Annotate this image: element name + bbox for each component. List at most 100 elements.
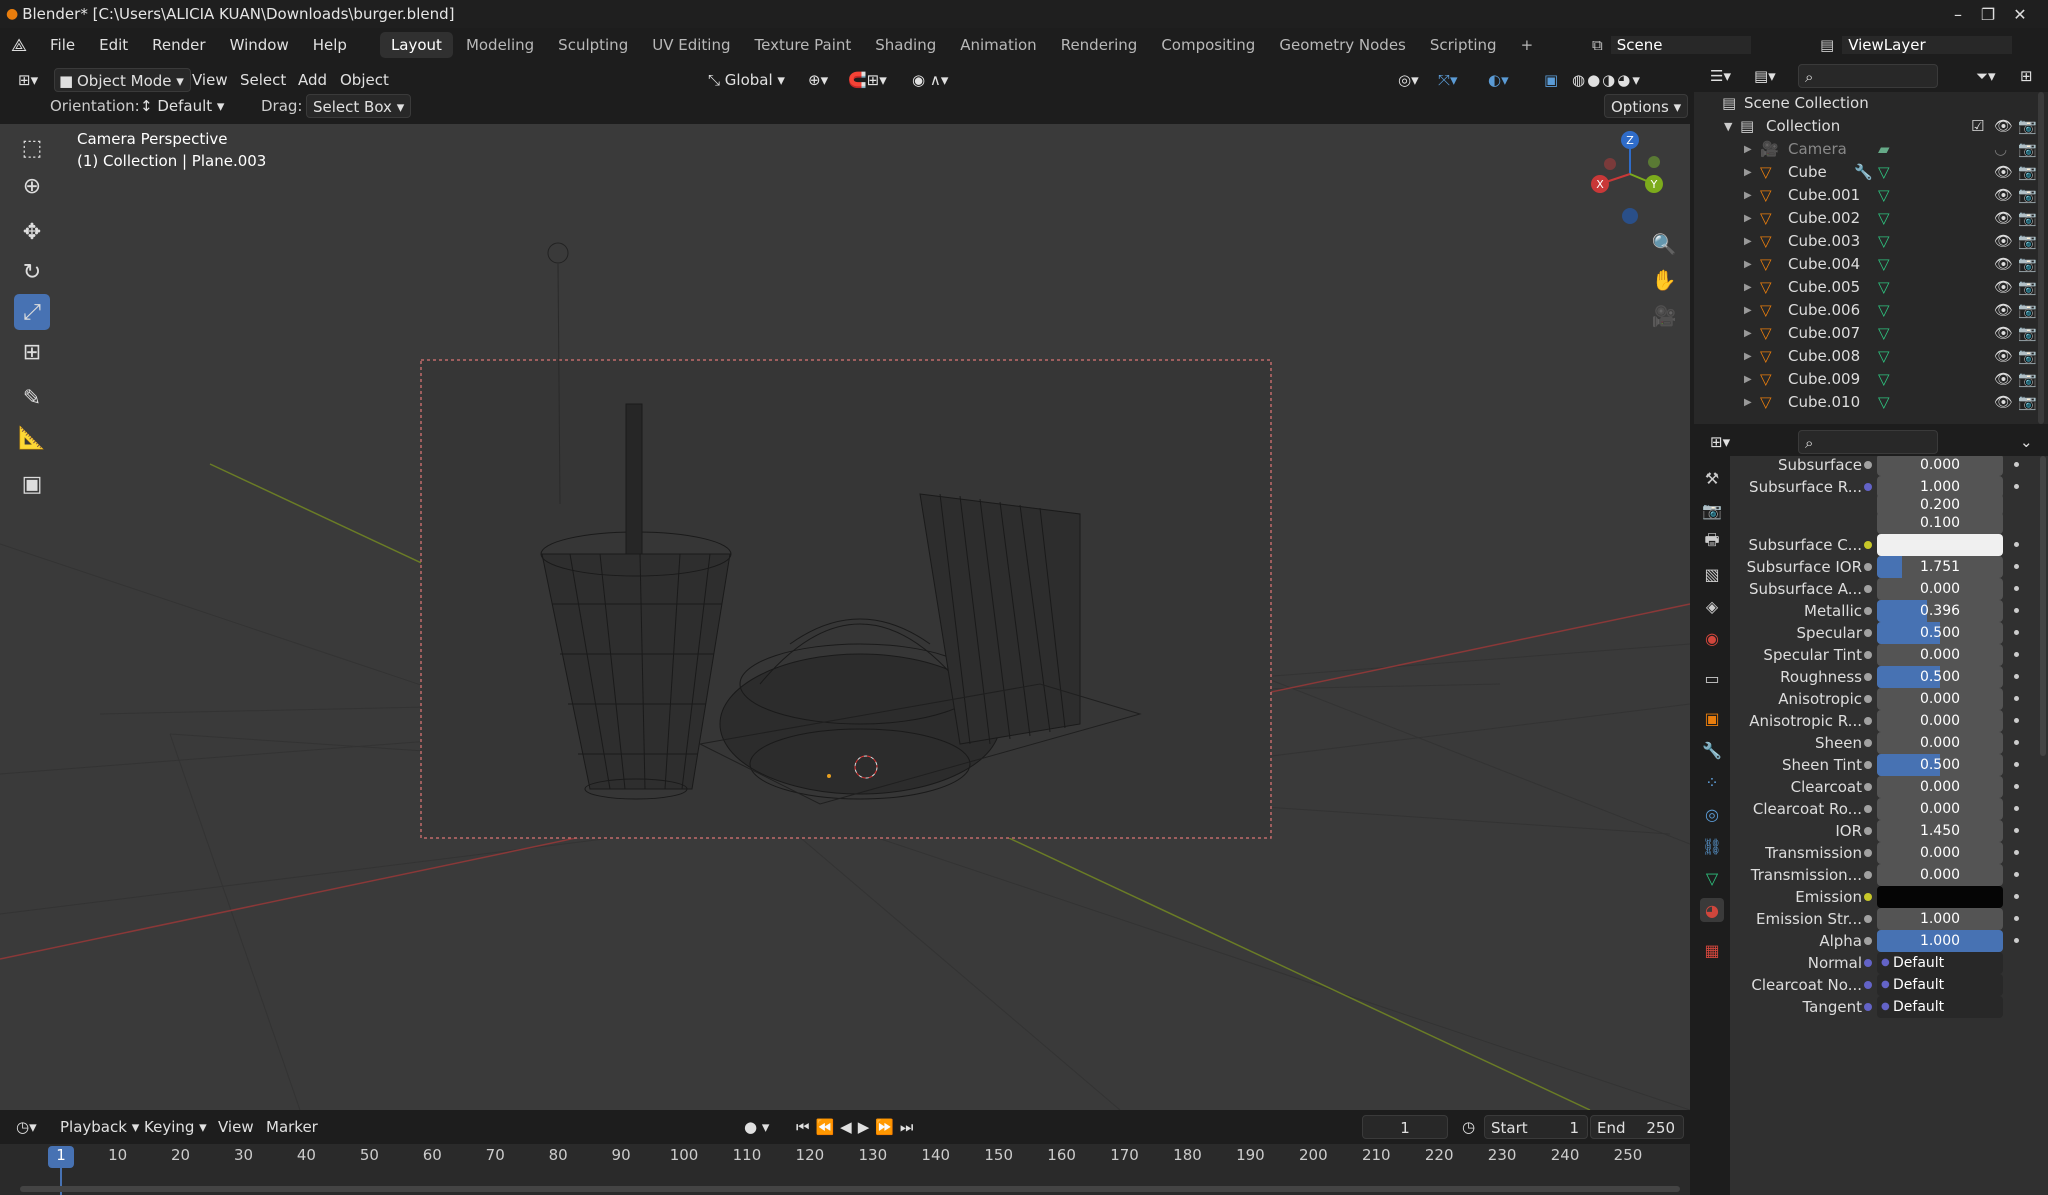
keyframe-dot-icon[interactable]: [2014, 674, 2019, 679]
collection-tab-icon[interactable]: ▭: [1700, 666, 1724, 690]
eye-icon[interactable]: 👁: [1994, 161, 2013, 184]
start-frame-field[interactable]: Start 1: [1484, 1115, 1588, 1139]
3d-viewport[interactable]: [0, 124, 1690, 1110]
property-value-field[interactable]: 1.000: [1877, 930, 2003, 952]
property-value-field[interactable]: ● Default: [1877, 952, 2003, 974]
keyframe-dot-icon[interactable]: [2014, 542, 2019, 547]
outliner-item[interactable]: ▶ ▽ Cube.008 ▽ 👁 📷: [1694, 345, 2048, 368]
constraints-tab-icon[interactable]: ⛓: [1700, 834, 1724, 858]
outliner-item[interactable]: ▶ ▽ Cube.006 ▽ 👁 📷: [1694, 299, 2048, 322]
expand-arrow-icon[interactable]: ▶: [1744, 299, 1752, 322]
socket-dot-icon[interactable]: [1864, 893, 1872, 901]
outliner-item[interactable]: ▶ 🎥 Camera ▰ ◡ 📷: [1694, 138, 2048, 161]
properties-search-input[interactable]: ⌕: [1798, 430, 1938, 454]
scene-collection-row[interactable]: ▤ Scene Collection: [1694, 92, 2048, 115]
render-camera-icon[interactable]: 📷: [2018, 299, 2037, 322]
eye-icon[interactable]: 👁: [1994, 230, 2013, 253]
transform-icon[interactable]: ⊞: [14, 334, 50, 370]
transform-orientation-selector[interactable]: ⤡ Global ▾: [702, 68, 791, 92]
editor-type-button[interactable]: ⊞▾: [12, 68, 44, 92]
expand-arrow-icon[interactable]: ▶: [1744, 253, 1752, 276]
keyframe-dot-icon[interactable]: [2014, 850, 2019, 855]
tool-tab-icon[interactable]: ⚒: [1700, 466, 1724, 490]
mesh-data-icon[interactable]: ▽: [1878, 253, 1890, 276]
outliner-scrollbar[interactable]: [2038, 92, 2044, 424]
scale-icon[interactable]: ⤢: [14, 294, 50, 330]
socket-dot-icon[interactable]: [1864, 563, 1872, 571]
socket-dot-icon[interactable]: [1864, 783, 1872, 791]
tab-rendering[interactable]: Rendering: [1050, 32, 1149, 58]
tab-geometry-nodes[interactable]: Geometry Nodes: [1268, 32, 1417, 58]
tab-layout[interactable]: Layout: [379, 32, 453, 58]
cursor-icon[interactable]: ⊕: [14, 168, 50, 204]
outliner-item[interactable]: ▶ ▽ Cube 🔧 ▽ 👁 📷: [1694, 161, 2048, 184]
socket-dot-icon[interactable]: [1864, 849, 1872, 857]
render-camera-icon[interactable]: 📷: [2018, 345, 2037, 368]
mesh-data-icon[interactable]: ▽: [1878, 368, 1890, 391]
timeline-editor-type-icon[interactable]: ◷▾: [10, 1115, 43, 1139]
render-camera-icon[interactable]: 📷: [2018, 230, 2037, 253]
expand-arrow-icon[interactable]: ▶: [1744, 184, 1752, 207]
particles-tab-icon[interactable]: ⁘: [1700, 770, 1724, 794]
socket-dot-icon[interactable]: [1864, 541, 1872, 549]
tab-uv-editing[interactable]: UV Editing: [641, 32, 741, 58]
render-camera-icon[interactable]: 📷: [2018, 368, 2037, 391]
gizmo-toggle-icon[interactable]: ⤧▾: [1432, 68, 1464, 92]
socket-dot-icon[interactable]: [1864, 483, 1872, 491]
eye-icon[interactable]: 👁: [1994, 207, 2013, 230]
socket-dot-icon[interactable]: [1864, 871, 1872, 879]
properties-editor-type-icon[interactable]: ⊞▾: [1704, 430, 1736, 454]
annotate-icon[interactable]: ✎: [14, 380, 50, 416]
socket-dot-icon[interactable]: [1864, 695, 1872, 703]
property-value-field[interactable]: 0.000: [1877, 644, 2003, 666]
menu-render[interactable]: Render: [140, 28, 217, 62]
render-camera-icon[interactable]: 📷: [2018, 391, 2037, 414]
render-tab-icon[interactable]: 📷: [1700, 498, 1724, 522]
xray-toggle-icon[interactable]: ▣: [1538, 68, 1564, 92]
expand-arrow-icon[interactable]: ▶: [1744, 276, 1752, 299]
menu-keying[interactable]: Keying ▾: [138, 1115, 213, 1139]
add-workspace-button[interactable]: +: [1510, 32, 1545, 58]
menu-help[interactable]: Help: [301, 28, 359, 62]
material-tab-icon[interactable]: ◕: [1700, 898, 1724, 922]
keyframe-dot-icon[interactable]: [2014, 784, 2019, 789]
keyframe-dot-icon[interactable]: [2014, 894, 2019, 899]
property-value-field[interactable]: 0.000: [1877, 710, 2003, 732]
menu-object[interactable]: Object: [334, 68, 395, 92]
tab-shading[interactable]: Shading: [864, 32, 947, 58]
options-dropdown[interactable]: Options ▾: [1604, 94, 1689, 118]
property-value-field[interactable]: ● Default: [1877, 974, 2003, 996]
socket-dot-icon[interactable]: [1864, 585, 1872, 593]
rotate-icon[interactable]: ↻: [14, 254, 50, 290]
mesh-data-icon[interactable]: ▽: [1878, 161, 1890, 184]
property-value-field[interactable]: 0.500: [1877, 754, 2003, 776]
property-value-field[interactable]: ● Default: [1877, 996, 2003, 1018]
tab-modeling[interactable]: Modeling: [455, 32, 545, 58]
scene-tab-icon[interactable]: ◈: [1700, 594, 1724, 618]
property-value-field[interactable]: 0.100: [1877, 512, 2003, 534]
render-camera-icon[interactable]: 📷: [2018, 115, 2037, 138]
collection-row[interactable]: ▼ ▤ Collection ☑ 👁 📷: [1694, 115, 2048, 138]
outliner-item[interactable]: ▶ ▽ Cube.004 ▽ 👁 📷: [1694, 253, 2048, 276]
outliner-item[interactable]: ▶ ▽ Cube.009 ▽ 👁 📷: [1694, 368, 2048, 391]
eye-icon[interactable]: 👁: [1994, 276, 2013, 299]
render-camera-icon[interactable]: 📷: [2018, 207, 2037, 230]
socket-dot-icon[interactable]: [1864, 805, 1872, 813]
socket-dot-icon[interactable]: [1864, 717, 1872, 725]
playback-controls[interactable]: ⏮⏪◀▶⏩⏭: [790, 1115, 925, 1139]
tab-scripting[interactable]: Scripting: [1419, 32, 1508, 58]
texture-tab-icon[interactable]: ▦: [1700, 938, 1724, 962]
socket-dot-icon[interactable]: [1864, 651, 1872, 659]
expand-arrow-icon[interactable]: ▶: [1744, 207, 1752, 230]
pan-icon[interactable]: ✋: [1648, 264, 1680, 296]
keyframe-dot-icon[interactable]: [2014, 806, 2019, 811]
keyframe-dot-icon[interactable]: [2014, 462, 2019, 467]
tab-texture-paint[interactable]: Texture Paint: [743, 32, 862, 58]
property-value-field[interactable]: 0.000: [1877, 456, 2003, 476]
expand-arrow-icon[interactable]: ▶: [1744, 161, 1752, 184]
keyframe-dot-icon[interactable]: [2014, 762, 2019, 767]
eye-icon[interactable]: 👁: [1994, 322, 2013, 345]
scene-selector[interactable]: ⧉ Scene: [1592, 32, 1792, 58]
socket-dot-icon[interactable]: [1864, 981, 1872, 989]
socket-dot-icon[interactable]: [1864, 959, 1872, 967]
